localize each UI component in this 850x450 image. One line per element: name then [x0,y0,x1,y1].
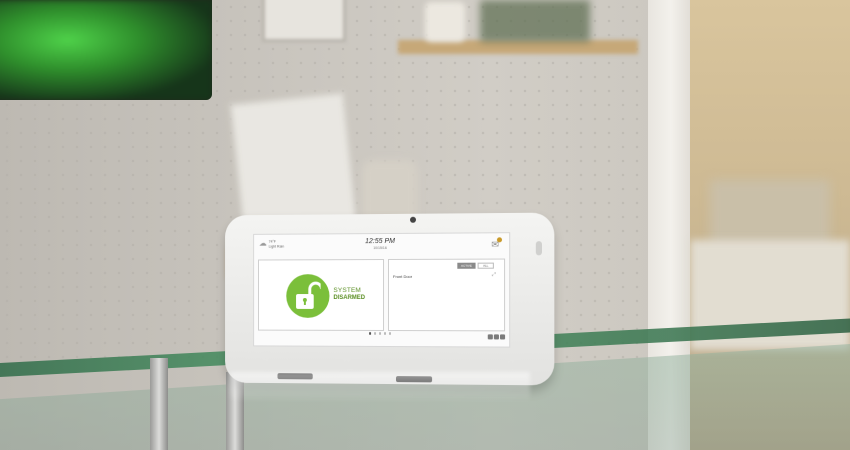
tab-active[interactable]: ACTIVE [457,262,476,269]
arm-button[interactable] [286,274,330,318]
quick-action-button[interactable] [487,334,493,340]
quick-action-button[interactable] [493,334,499,340]
touch-screen[interactable]: ☁ 74°F Light Rain 12:55 PM 10/15/16 ✉ SY… [253,232,511,348]
security-panel-tablet: ☁ 74°F Light Rain 12:55 PM 10/15/16 ✉ SY… [225,212,555,386]
page-dot[interactable] [388,332,392,335]
photo-scene: ☁ 74°F Light Rain 12:55 PM 10/15/16 ✉ SY… [0,0,850,450]
security-status-panel[interactable]: SYSTEM DISARMED [258,259,385,331]
wall-tv [0,0,212,100]
sensor-item-front-door[interactable]: Front Door [393,274,412,279]
page-dot[interactable] [373,331,377,335]
unlocked-padlock-icon [296,281,321,309]
page-dot[interactable] [368,331,372,335]
status-line-2: DISARMED [333,295,366,301]
wall-shelf-top [398,40,638,54]
page-dot[interactable] [383,331,387,335]
front-camera [409,216,417,223]
quick-actions [487,334,506,340]
door-icon: ⤢ [491,271,496,278]
tab-all[interactable]: ALL [477,262,494,269]
notification-badge [496,237,503,243]
tv-screen [0,0,212,100]
status-bar: ☁ 74°F Light Rain 12:55 PM 10/15/16 ✉ [254,233,509,260]
table-leg [150,358,168,450]
status-line-1: SYSTEM [333,287,362,295]
quick-action-button[interactable] [499,334,506,340]
side-button[interactable] [535,241,542,256]
page-indicator [254,331,509,335]
clock-time: 12:55 PM [365,237,395,246]
shelf-plant [480,0,590,42]
tablet-reflection [230,372,530,402]
clock-date: 10/15/16 [373,246,387,251]
shelf-object [425,2,465,42]
page-dot[interactable] [378,331,382,335]
picture-frame [262,0,346,42]
clock: 12:55 PM 10/15/16 [254,237,509,250]
sensor-list-panel: ACTIVE ALL Front Door ⤢ [387,258,506,332]
